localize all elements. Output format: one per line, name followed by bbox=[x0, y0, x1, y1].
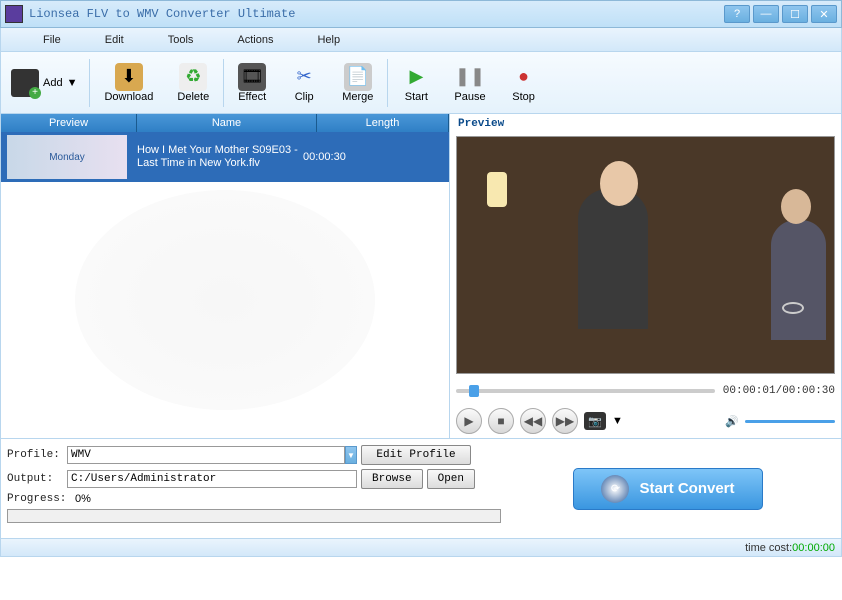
stop-control[interactable]: ■ bbox=[488, 408, 514, 434]
scissors-icon: ✂ bbox=[290, 63, 318, 91]
stop-button[interactable]: ●Stop bbox=[498, 54, 550, 112]
preview-video[interactable] bbox=[456, 136, 835, 374]
film-add-icon bbox=[11, 69, 39, 97]
maximize-button[interactable]: ☐ bbox=[782, 5, 808, 23]
rewind-control[interactable]: ◀◀ bbox=[520, 408, 546, 434]
effect-label: Effect bbox=[238, 91, 266, 103]
file-thumbnail: Monday bbox=[7, 135, 127, 179]
convert-label: Start Convert bbox=[639, 480, 734, 497]
window-title: Lionsea FLV to WMV Converter Ultimate bbox=[29, 7, 721, 21]
col-name[interactable]: Name bbox=[137, 114, 317, 132]
merge-button[interactable]: 📄Merge bbox=[330, 54, 385, 112]
status-bar: time cost: 00:00:00 bbox=[0, 539, 842, 557]
delete-label: Delete bbox=[177, 91, 209, 103]
file-list-pane: Preview Name Length Monday How I Met You… bbox=[1, 114, 449, 438]
recycle-icon: ♻ bbox=[179, 63, 207, 91]
profile-dropdown-icon[interactable]: ▼ bbox=[345, 446, 357, 464]
preview-title: Preview bbox=[456, 116, 835, 132]
volume-icon[interactable]: 🔊 bbox=[725, 415, 739, 428]
profile-label: Profile: bbox=[7, 449, 67, 461]
delete-button[interactable]: ♻Delete bbox=[165, 54, 221, 112]
browse-button[interactable]: Browse bbox=[361, 469, 423, 489]
app-logo-icon bbox=[5, 5, 23, 23]
open-button[interactable]: Open bbox=[427, 469, 475, 489]
progress-label: Progress: bbox=[7, 493, 75, 505]
file-length: 00:00:30 bbox=[303, 151, 383, 163]
menu-actions[interactable]: Actions bbox=[215, 30, 295, 50]
stop-label: Stop bbox=[512, 91, 535, 103]
help-button[interactable]: ? bbox=[724, 5, 750, 23]
seek-thumb[interactable] bbox=[469, 385, 479, 397]
snapshot-button[interactable]: 📷 bbox=[584, 412, 606, 430]
download-icon: ⬇ bbox=[115, 63, 143, 91]
watermark-icon bbox=[75, 190, 375, 410]
forward-control[interactable]: ▶▶ bbox=[552, 408, 578, 434]
snapshot-dropdown-icon[interactable]: ▼ bbox=[612, 415, 623, 427]
file-name: How I Met Your Mother S09E03 - Last Time… bbox=[133, 142, 303, 172]
seek-bar[interactable]: 00:00:01/00:00:30 bbox=[456, 382, 835, 400]
edit-profile-button[interactable]: Edit Profile bbox=[361, 445, 471, 465]
timecost-value: 00:00:00 bbox=[792, 542, 835, 554]
download-button[interactable]: ⬇Download bbox=[92, 54, 165, 112]
timecost-label: time cost: bbox=[745, 542, 792, 554]
play-icon: ▶ bbox=[402, 63, 430, 91]
effect-icon: 🎞 bbox=[238, 63, 266, 91]
convert-icon: ⟳ bbox=[601, 475, 629, 503]
time-display: 00:00:01/00:00:30 bbox=[723, 385, 835, 397]
menu-bar: File Edit Tools Actions Help bbox=[0, 28, 842, 52]
menu-edit[interactable]: Edit bbox=[83, 30, 146, 50]
minimize-button[interactable]: — bbox=[753, 5, 779, 23]
effect-button[interactable]: 🎞Effect bbox=[226, 54, 278, 112]
dropdown-icon: ▼ bbox=[67, 77, 78, 89]
stop-icon: ● bbox=[510, 63, 538, 91]
download-label: Download bbox=[104, 91, 153, 103]
list-body[interactable]: Monday How I Met Your Mother S09E03 - La… bbox=[1, 132, 449, 438]
pause-icon: ❚❚ bbox=[456, 63, 484, 91]
col-length[interactable]: Length bbox=[317, 114, 449, 132]
title-bar: Lionsea FLV to WMV Converter Ultimate ? … bbox=[0, 0, 842, 28]
start-convert-button[interactable]: ⟳ Start Convert bbox=[573, 468, 763, 510]
progress-value: 0% bbox=[75, 493, 91, 505]
file-row[interactable]: Monday How I Met Your Mother S09E03 - La… bbox=[1, 132, 449, 182]
preview-pane: Preview 00:00:01/00:00:30 ▶ ■ ◀◀ ▶▶ 📷 ▼ … bbox=[449, 114, 841, 438]
menu-file[interactable]: File bbox=[21, 30, 83, 50]
add-label: Add bbox=[43, 77, 63, 89]
play-control[interactable]: ▶ bbox=[456, 408, 482, 434]
start-button[interactable]: ▶Start bbox=[390, 54, 442, 112]
profile-input[interactable] bbox=[67, 446, 345, 464]
progress-bar bbox=[7, 509, 501, 523]
list-header: Preview Name Length bbox=[1, 114, 449, 132]
output-label: Output: bbox=[7, 473, 67, 485]
close-button[interactable]: ✕ bbox=[811, 5, 837, 23]
clip-label: Clip bbox=[295, 91, 314, 103]
clip-button[interactable]: ✂Clip bbox=[278, 54, 330, 112]
add-button[interactable]: Add ▼ bbox=[1, 66, 87, 100]
start-label: Start bbox=[405, 91, 428, 103]
pause-button[interactable]: ❚❚Pause bbox=[442, 54, 497, 112]
merge-label: Merge bbox=[342, 91, 373, 103]
toolbar: Add ▼ ⬇Download ♻Delete 🎞Effect ✂Clip 📄M… bbox=[0, 52, 842, 114]
menu-tools[interactable]: Tools bbox=[146, 30, 216, 50]
pause-label: Pause bbox=[454, 91, 485, 103]
col-preview[interactable]: Preview bbox=[1, 114, 137, 132]
menu-help[interactable]: Help bbox=[295, 30, 362, 50]
output-input[interactable] bbox=[67, 470, 357, 488]
volume-slider[interactable] bbox=[745, 420, 835, 423]
player-controls: ▶ ■ ◀◀ ▶▶ 📷 ▼ 🔊 bbox=[456, 404, 835, 436]
merge-icon: 📄 bbox=[344, 63, 372, 91]
